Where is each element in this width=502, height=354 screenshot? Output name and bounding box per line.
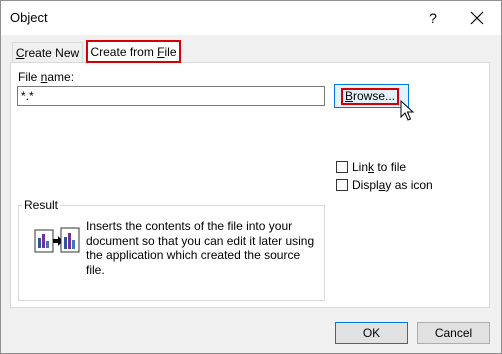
file-name-label-start: File [18, 70, 41, 84]
browse-label: rowse... [353, 89, 396, 103]
result-legend: Result [22, 198, 61, 212]
cancel-button[interactable]: Cancel [417, 322, 490, 344]
icon-label-end: y as icon [385, 178, 433, 192]
tab-create-new[interactable]: Create New [12, 42, 83, 62]
embedded-document-icon [34, 227, 80, 253]
tab-file-mnemonic: F [157, 45, 165, 59]
link-to-file-label[interactable]: Link to file [352, 160, 406, 174]
browse-mnemonic: B [344, 89, 353, 103]
result-description: Inserts the contents of the file into yo… [86, 219, 315, 277]
browse-button-highlight[interactable]: Browse... [341, 88, 399, 105]
link-label-end: to file [374, 160, 407, 174]
dialog-title: Object [10, 10, 48, 25]
title-bar: Object ? [1, 1, 501, 35]
file-name-label-end: ame: [47, 70, 75, 84]
tab-create-from-file[interactable]: Create from File [86, 40, 181, 63]
display-as-icon-label[interactable]: Display as icon [352, 178, 433, 192]
ok-button[interactable]: OK [335, 322, 408, 344]
tab-create-new-label: reate New [24, 46, 80, 60]
close-icon[interactable] [465, 7, 489, 29]
mouse-cursor-icon [400, 100, 414, 121]
file-name-label: File name: [18, 70, 74, 84]
tab-file-label-start: Create from [90, 45, 158, 59]
link-to-file-checkbox[interactable] [336, 161, 348, 173]
file-name-input[interactable] [17, 86, 325, 106]
tab-file-label-end: ile [164, 45, 177, 59]
display-as-icon-checkbox[interactable] [336, 179, 348, 191]
icon-label-start: Displ [352, 178, 379, 192]
help-button[interactable]: ? [422, 7, 444, 29]
link-label-start: Lin [352, 160, 369, 174]
